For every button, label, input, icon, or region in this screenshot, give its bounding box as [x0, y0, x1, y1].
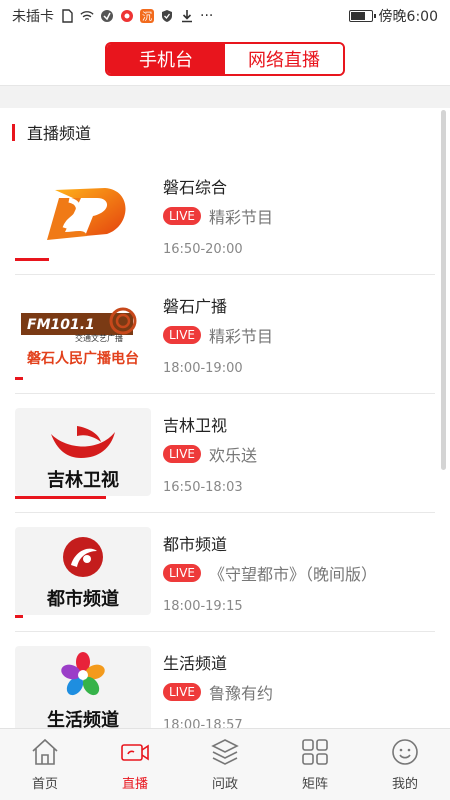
play-progress	[15, 377, 23, 380]
carrier-text: 未插卡	[12, 9, 54, 25]
program-title: 精彩节目	[209, 327, 274, 346]
urban-channel-logo-icon: 都市频道	[46, 537, 119, 610]
channel-type-switch: 手机台 网络直播	[105, 41, 345, 76]
radio-logo-frequency: FM101.1	[27, 317, 95, 333]
clock: 傍晚6:00	[378, 9, 438, 25]
live-badge: LIVE	[163, 683, 202, 701]
status-bar: 未插卡 沉 ··· 傍晚6:00	[0, 0, 450, 32]
section-accent-bar	[12, 123, 15, 141]
shield-icon	[162, 10, 172, 22]
program-time: 16:50-20:00	[163, 242, 243, 257]
tab-live[interactable]: 直播	[90, 729, 180, 800]
bottom-tab-bar: 首页 直播 问政 矩阵 我的	[0, 728, 450, 800]
more-status-icon: ···	[200, 8, 214, 24]
jilin-logo-text: 吉林卫视	[47, 469, 119, 491]
program-time: 16:50-18:03	[163, 480, 243, 495]
section-header: 直播频道	[0, 108, 450, 156]
play-progress	[15, 258, 49, 261]
section-title: 直播频道	[27, 124, 92, 143]
panshi-radio-logo-icon: FM101.1 交通文艺广播 磐石人民广播电台	[21, 307, 139, 367]
play-progress	[15, 496, 106, 499]
channel-logo: 吉林卫视	[15, 408, 151, 496]
weibo-icon	[121, 10, 133, 22]
life-channel-logo-icon: 生活频道	[47, 652, 119, 728]
top-bar: 手机台 网络直播	[0, 32, 450, 86]
program-time: 18:00-18:57	[163, 718, 243, 728]
channel-logo: 生活频道	[15, 646, 151, 728]
smiley-icon	[392, 739, 418, 765]
video-camera-icon	[121, 744, 149, 761]
wifi-icon	[80, 11, 94, 21]
tab-inquiry[interactable]: 问政	[180, 729, 270, 800]
channel-logo	[15, 170, 151, 258]
battery-level	[350, 12, 365, 20]
program-time: 18:00-19:00	[163, 361, 243, 376]
program-time: 18:00-19:15	[163, 599, 243, 614]
radio-logo-station: 磐石人民广播电台	[26, 350, 139, 367]
program-title: 《守望都市》（晚间版）	[209, 565, 378, 584]
tab-matrix[interactable]: 矩阵	[270, 729, 360, 800]
live-badge: LIVE	[163, 326, 202, 344]
program-title: 鲁豫有约	[209, 684, 274, 703]
channel-name: 磐石广播	[163, 297, 228, 316]
grid-icon	[302, 739, 328, 765]
tab-matrix-label: 矩阵	[301, 777, 328, 792]
channel-name: 磐石综合	[163, 178, 228, 197]
channel-item[interactable]: 生活频道 生活频道 LIVE 鲁豫有约 18:00-18:57	[15, 632, 435, 728]
channel-name: 生活频道	[163, 654, 228, 673]
live-badge: LIVE	[163, 564, 202, 582]
channel-item[interactable]: 磐石综合 LIVE 精彩节目 16:50-20:00	[15, 156, 435, 275]
channel-logo: 都市频道	[15, 527, 151, 615]
program-title: 精彩节目	[209, 208, 274, 227]
tab-live-label: 直播	[121, 777, 148, 792]
channel-item[interactable]: 都市频道 都市频道 LIVE 《守望都市》（晚间版） 18:00-19:15	[15, 513, 435, 632]
tab-mobile-station[interactable]: 手机台	[107, 43, 225, 74]
channel-item[interactable]: FM101.1 交通文艺广播 磐石人民广播电台 磐石广播 LIVE 精彩节目 1…	[15, 275, 435, 394]
tab-network-live[interactable]: 网络直播	[225, 43, 343, 74]
app-orange-icon: 沉	[140, 9, 154, 23]
live-badge: LIVE	[163, 207, 202, 225]
battery-icon	[348, 10, 376, 22]
panshi-tv-logo-icon	[47, 188, 126, 240]
channel-name: 都市频道	[163, 535, 228, 554]
tab-home-label: 首页	[31, 777, 58, 792]
program-title: 欢乐送	[209, 446, 258, 465]
tab-mine[interactable]: 我的	[360, 729, 450, 800]
radio-logo-sub: 交通文艺广播	[75, 333, 123, 343]
layers-icon	[211, 739, 239, 765]
sim-icon	[62, 9, 73, 23]
jilin-tv-logo-icon: 吉林卫视	[47, 426, 119, 491]
svg-text:沉: 沉	[142, 10, 152, 23]
download-icon	[182, 10, 192, 23]
app-notify-icon	[101, 10, 113, 22]
home-icon	[32, 738, 58, 765]
urban-logo-text: 都市频道	[46, 588, 119, 610]
tab-home[interactable]: 首页	[0, 729, 90, 800]
scrollbar[interactable]	[441, 110, 446, 470]
tab-mine-label: 我的	[391, 777, 418, 792]
live-badge: LIVE	[163, 445, 202, 463]
channel-item[interactable]: 吉林卫视 吉林卫视 LIVE 欢乐送 16:50-18:03	[15, 394, 435, 513]
channel-logo: FM101.1 交通文艺广播 磐石人民广播电台	[15, 289, 151, 377]
channel-name: 吉林卫视	[163, 416, 228, 435]
channel-list-panel: 直播频道 磐石综合 LIVE 精彩节目 16:50-20:00 FM101.1 …	[0, 108, 450, 728]
life-logo-text: 生活频道	[47, 709, 119, 728]
play-progress	[15, 615, 23, 618]
tab-inquiry-label: 问政	[211, 777, 238, 792]
